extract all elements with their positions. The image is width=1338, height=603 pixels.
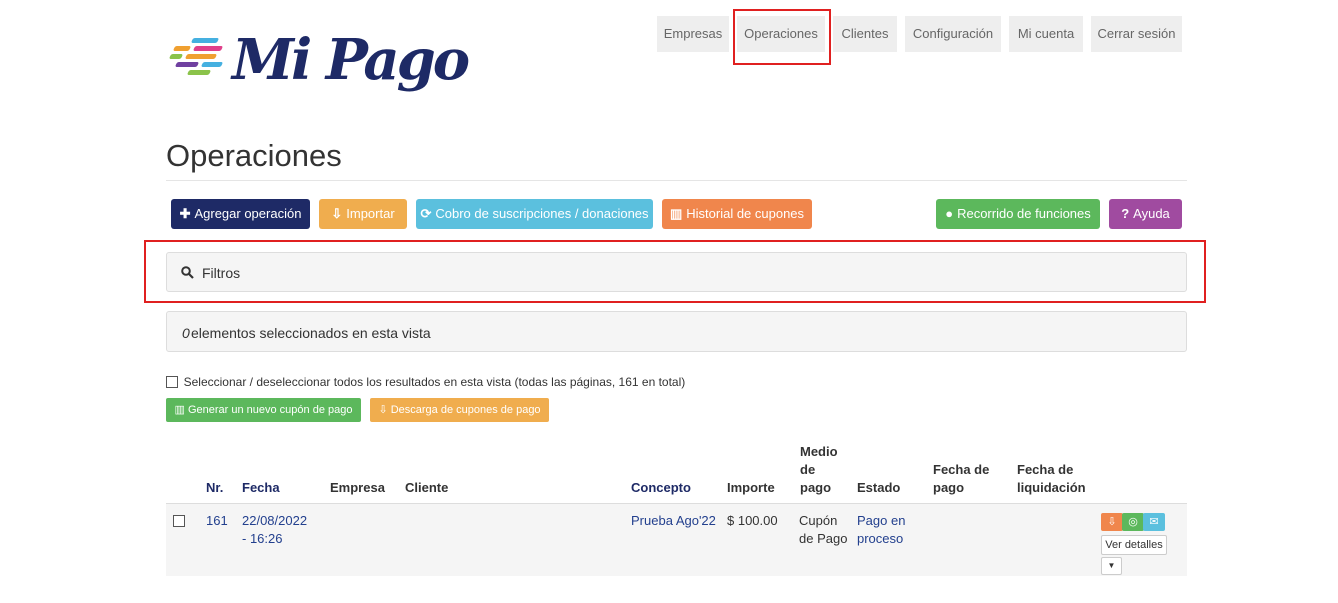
select-all-checkbox[interactable]	[166, 375, 178, 388]
row-medio-line2: de Pago	[799, 531, 848, 546]
nav-cerrar-sesion[interactable]: Cerrar sesión	[1091, 16, 1182, 52]
row-importe: $ 100.00	[727, 513, 778, 528]
col-estado: Estado	[857, 480, 901, 495]
title-divider	[166, 180, 1187, 181]
row-medio-line1: Cupón	[799, 513, 838, 528]
import-icon: ⇩	[331, 206, 343, 221]
barcode-icon: ▥	[669, 206, 683, 221]
row-estado-line1: Pago en	[857, 513, 906, 528]
nav-mi-cuenta[interactable]: Mi cuenta	[1009, 16, 1083, 52]
selection-text: elementos seleccionados en esta vista	[191, 325, 431, 341]
whatsapp-icon: ◎	[1128, 516, 1138, 528]
col-medio-line1: Medio	[800, 444, 838, 459]
selection-count: 0	[182, 325, 190, 341]
mi-pago-logo[interactable]: Mi Pago	[168, 28, 470, 100]
nav-highlight-box	[733, 9, 831, 65]
col-fecha-liq-line2: liquidación	[1017, 480, 1086, 495]
select-all-label: Seleccionar / deseleccionar todos los re…	[183, 374, 686, 389]
coupon-history-button[interactable]: ▥ Historial de cupones	[662, 199, 812, 229]
row-fecha-line1: 22/08/2022	[242, 513, 308, 528]
col-medio-line3: pago	[800, 480, 832, 495]
col-medio-line2: de	[800, 462, 816, 477]
feature-tour-button[interactable]: ● Recorrido de funciones	[936, 199, 1100, 229]
logo-text: Mi Pago	[232, 27, 470, 93]
view-details-button[interactable]: Ver detalles	[1101, 535, 1167, 555]
select-all-row: Seleccionar / deseleccionar todos los re…	[166, 373, 685, 389]
add-operation-button[interactable]: ✚ Agregar operación	[171, 199, 310, 229]
subscriptions-button[interactable]: ⟳ Cobro de suscripciones / donaciones	[416, 199, 653, 229]
col-importe: Importe	[727, 480, 775, 495]
envelope-icon: ✉	[1149, 516, 1159, 528]
download-icon: ⇩	[378, 404, 391, 416]
barcode-icon: ▥	[174, 404, 188, 416]
globe-icon: ●	[945, 206, 954, 221]
help-button[interactable]: ? Ayuda	[1109, 199, 1182, 229]
col-fecha-liq-line1: Fecha de	[1017, 462, 1074, 477]
row-more-dropdown[interactable]: ▼	[1101, 557, 1122, 575]
col-fecha[interactable]: Fecha	[242, 479, 280, 497]
page-title: Operaciones	[166, 138, 342, 173]
col-fecha-pago-line1: Fecha de	[933, 462, 990, 477]
row-fecha-line2: - 16:26	[242, 531, 283, 546]
row-email-button[interactable]: ✉	[1143, 513, 1165, 531]
generate-coupon-button[interactable]: ▥ Generar un nuevo cupón de pago	[166, 398, 361, 422]
col-nr[interactable]: Nr.	[206, 479, 223, 497]
filters-highlight-box	[144, 240, 1206, 303]
row-checkbox[interactable]	[173, 515, 185, 527]
col-empresa: Empresa	[330, 480, 385, 495]
row-concepto[interactable]: Prueba Ago'22	[631, 512, 716, 530]
plus-icon: ✚	[179, 206, 191, 221]
row-download-button[interactable]: ⇩	[1101, 513, 1123, 531]
row-nr[interactable]: 161	[206, 512, 228, 530]
col-cliente: Cliente	[405, 480, 449, 495]
download-coupons-button[interactable]: ⇩ Descarga de cupones de pago	[370, 398, 549, 422]
caret-down-icon: ▼	[1107, 561, 1116, 570]
col-concepto[interactable]: Concepto	[631, 479, 691, 497]
download-icon: ⇩	[1107, 516, 1117, 528]
nav-clientes[interactable]: Clientes	[833, 16, 897, 52]
refresh-icon: ⟳	[420, 206, 432, 221]
row-estado-line2: proceso	[857, 531, 904, 546]
nav-configuracion[interactable]: Configuración	[905, 16, 1001, 52]
import-button[interactable]: ⇩ Importar	[319, 199, 407, 229]
question-icon: ?	[1121, 206, 1130, 221]
col-fecha-pago-line2: pago	[933, 480, 965, 495]
logo-stripes-icon	[168, 34, 232, 80]
row-whatsapp-button[interactable]: ◎	[1122, 513, 1144, 531]
selection-panel: 0 elementos seleccionados en esta vista	[166, 311, 1187, 352]
nav-empresas[interactable]: Empresas	[657, 16, 729, 52]
